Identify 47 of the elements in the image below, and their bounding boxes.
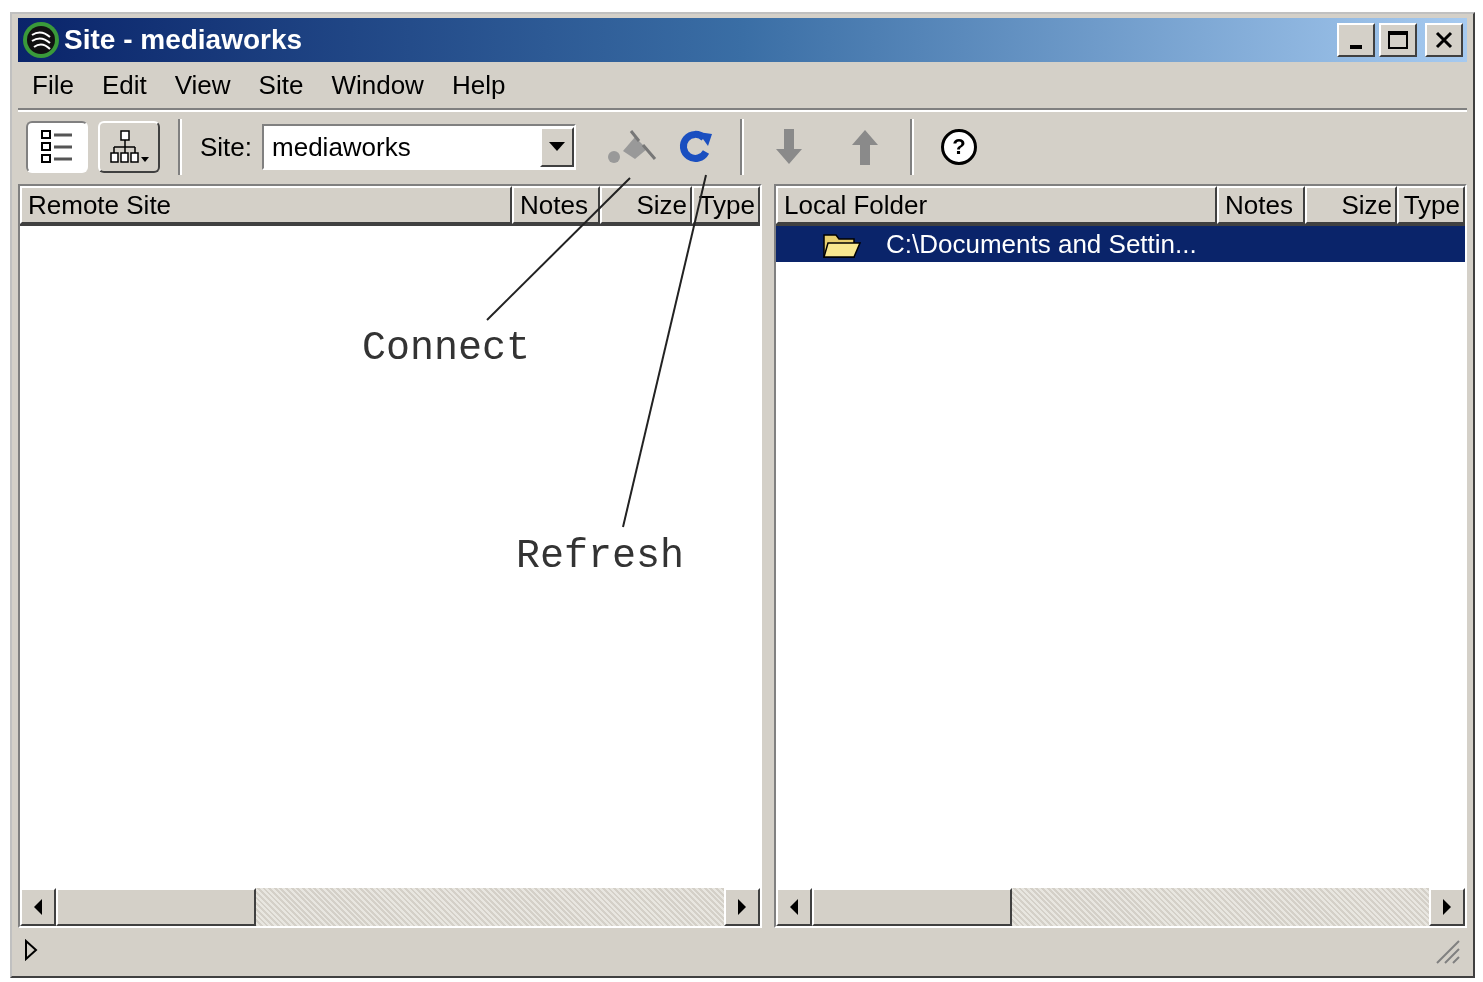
maximize-icon (1387, 30, 1409, 50)
scrollbar-thumb[interactable] (812, 888, 1012, 926)
left-arrow-icon (32, 899, 44, 915)
menu-item[interactable]: Edit (87, 69, 161, 101)
window-title: Site - mediaworks (64, 24, 304, 56)
site-dropdown[interactable]: mediaworks (262, 124, 577, 170)
menu-item[interactable]: Site (244, 69, 318, 101)
maximize-button[interactable] (1379, 23, 1417, 57)
column-header[interactable]: Notes (512, 186, 600, 224)
menu-item[interactable]: View (160, 69, 245, 101)
right-arrow-icon (736, 899, 748, 915)
column-header[interactable]: Size (600, 186, 692, 224)
column-header[interactable]: Notes (1217, 186, 1305, 224)
scroll-left-button[interactable] (20, 888, 56, 926)
file-row[interactable]: C:\Documents and Settin... (776, 226, 1465, 262)
menu-item[interactable]: Help (437, 69, 520, 101)
column-header[interactable]: Type (1397, 186, 1465, 224)
help-button[interactable]: ? (932, 122, 987, 172)
list-icon (39, 129, 75, 165)
right-arrow-icon (1441, 899, 1453, 915)
column-header[interactable]: Size (1305, 186, 1397, 224)
minimize-icon (1350, 45, 1362, 49)
minimize-button[interactable] (1337, 23, 1375, 57)
up-arrow-icon (850, 129, 881, 165)
caret-icon (549, 142, 566, 152)
down-arrow-icon (774, 129, 805, 165)
site-map-icon (107, 129, 151, 165)
site-map-button[interactable] (98, 121, 160, 173)
app-logo-icon (22, 21, 60, 59)
menu-item[interactable]: File (18, 69, 88, 101)
close-icon (1434, 30, 1454, 50)
site-label: Site: (200, 131, 253, 163)
scroll-right-button[interactable] (1429, 888, 1465, 926)
column-header[interactable]: Remote Site (20, 186, 512, 224)
expand-arrow-icon[interactable] (24, 939, 38, 961)
callout-label: Refresh (516, 534, 685, 579)
column-header[interactable]: Local Folder (776, 186, 1217, 224)
column-header[interactable]: Type (692, 186, 760, 224)
callout-label: Connect (362, 326, 531, 371)
file-view-button[interactable] (26, 121, 88, 173)
scrollbar-thumb[interactable] (56, 888, 256, 926)
help-icon: ? (941, 129, 978, 165)
scroll-right-button[interactable] (724, 888, 760, 926)
scroll-left-button[interactable] (776, 888, 812, 926)
close-button[interactable] (1425, 23, 1463, 57)
menu-item[interactable]: Window (317, 69, 438, 101)
left-arrow-icon (788, 899, 800, 915)
